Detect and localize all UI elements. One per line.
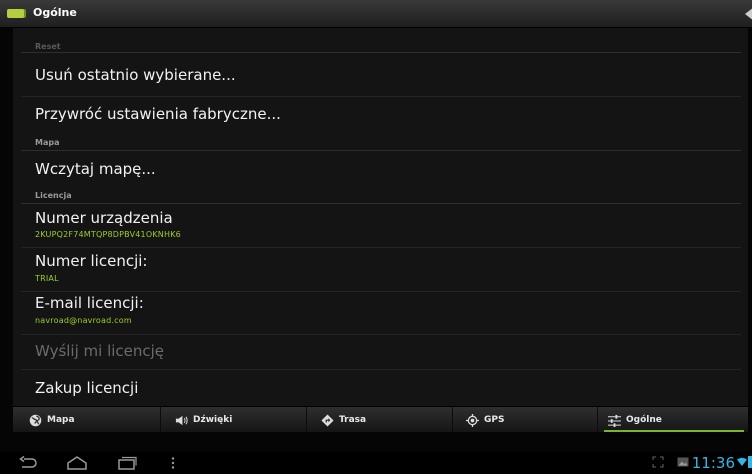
send-license-item: Wyślij mi licencję bbox=[35, 342, 165, 360]
status-clock: 11:36 bbox=[691, 454, 735, 472]
battery-icon bbox=[748, 456, 752, 468]
section-header-licencja: Licencja bbox=[35, 191, 72, 200]
tab-label-trasa: Trasa bbox=[339, 415, 367, 425]
device-number-title[interactable]: Numer urządzenia bbox=[35, 209, 173, 227]
selected-tab-indicator bbox=[604, 430, 744, 432]
clear-recent-item[interactable]: Usuń ostatnio wybierane... bbox=[35, 66, 236, 84]
menu-icon[interactable] bbox=[170, 456, 176, 470]
tab-dzwieki[interactable]: Dźwięki bbox=[175, 407, 232, 433]
globe-icon bbox=[29, 414, 42, 426]
tab-label-mapa: Mapa bbox=[47, 415, 75, 425]
system-navigation-bar: 11:36 bbox=[0, 452, 752, 474]
map-icon[interactable] bbox=[7, 9, 24, 18]
settings-list[interactable]: Reset Usuń ostatnio wybierane... Przywró… bbox=[13, 28, 748, 406]
gps-target-icon bbox=[466, 413, 479, 427]
license-number-value: TRIAL bbox=[35, 274, 59, 283]
device-number-value: 2KUPQ2F74MTQP8DPBV41OKNHK6 bbox=[35, 230, 181, 239]
license-number-title[interactable]: Numer licencji: bbox=[35, 252, 147, 270]
load-map-item[interactable]: Wczytaj mapę... bbox=[35, 160, 156, 178]
sliders-icon bbox=[608, 414, 621, 427]
home-icon[interactable] bbox=[66, 456, 88, 470]
factory-reset-item[interactable]: Przywróć ustawienia fabryczne... bbox=[35, 105, 281, 123]
gallery-icon bbox=[677, 457, 689, 467]
tab-mapa[interactable]: Mapa bbox=[29, 407, 75, 433]
item-divider bbox=[21, 96, 741, 97]
section-divider bbox=[21, 150, 741, 151]
speaker-icon bbox=[175, 415, 188, 425]
tab-separator bbox=[306, 407, 307, 433]
section-header-reset: Reset bbox=[35, 42, 61, 51]
section-divider bbox=[21, 203, 741, 204]
page-title: Ogólne bbox=[33, 6, 77, 19]
tab-gps[interactable]: GPS bbox=[466, 407, 504, 433]
tab-label-ogolne: Ogólne bbox=[626, 415, 662, 425]
license-email-value: navroad@navroad.com bbox=[35, 316, 132, 325]
route-diamond-icon bbox=[321, 413, 334, 427]
tab-trasa[interactable]: Trasa bbox=[321, 407, 366, 433]
tab-separator bbox=[160, 407, 161, 433]
section-header-mapa: Mapa bbox=[35, 138, 60, 147]
section-divider bbox=[21, 52, 741, 53]
recent-apps-icon[interactable] bbox=[118, 456, 138, 470]
tab-label-dzwieki: Dźwięki bbox=[193, 415, 233, 425]
buy-license-item[interactable]: Zakup licencji bbox=[35, 379, 138, 397]
license-email-title[interactable]: E-mail licencji: bbox=[35, 294, 144, 312]
item-divider bbox=[21, 369, 741, 370]
back-arrow-icon[interactable] bbox=[745, 7, 752, 21]
screenshot-icon bbox=[652, 456, 664, 468]
tab-separator bbox=[452, 407, 453, 433]
back-icon[interactable] bbox=[18, 456, 38, 470]
action-bar: Ogólne bbox=[0, 0, 752, 28]
item-divider bbox=[21, 291, 741, 292]
item-divider bbox=[21, 334, 741, 335]
tab-label-gps: GPS bbox=[484, 415, 505, 425]
wifi-icon bbox=[737, 457, 747, 466]
tab-separator bbox=[597, 407, 598, 433]
item-divider bbox=[21, 247, 741, 248]
bottom-tab-bar: Mapa Dźwięki Trasa GPS Ogólne bbox=[13, 406, 748, 433]
